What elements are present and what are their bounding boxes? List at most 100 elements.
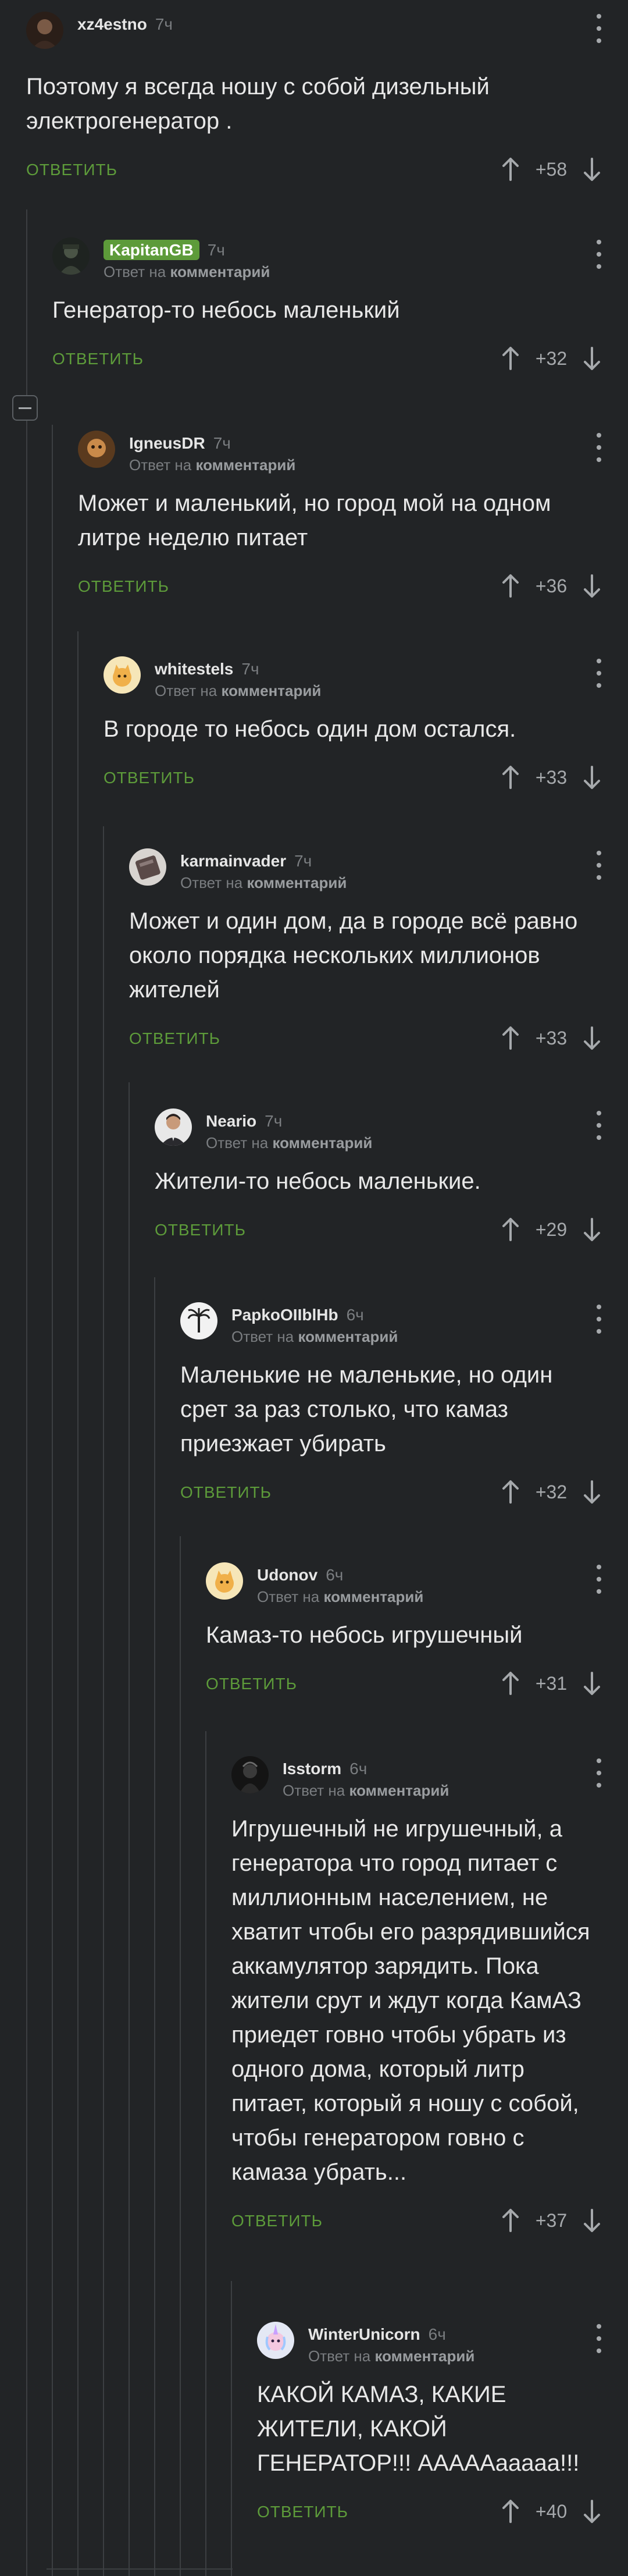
- reply-to-link[interactable]: комментарий: [247, 874, 347, 891]
- author-name[interactable]: IgneusDR: [129, 434, 205, 452]
- avatar[interactable]: [26, 12, 63, 49]
- comment-footer: ОТВЕТИТЬ +37: [231, 2200, 605, 2241]
- more-options-icon[interactable]: [593, 1305, 605, 1334]
- avatar[interactable]: [206, 1562, 243, 1600]
- author-name[interactable]: WinterUnicorn: [308, 2325, 420, 2343]
- author-name[interactable]: KapitanGB: [104, 240, 199, 260]
- vote-controls: +36: [498, 571, 605, 601]
- more-options-icon[interactable]: [593, 851, 605, 880]
- upvote-arrow-icon[interactable]: [498, 2206, 523, 2235]
- comment-header: KapitanGB 7ч Ответ на комментарий: [52, 237, 605, 281]
- comment-rating: +40: [535, 2500, 568, 2522]
- comment-header: PapkoOIIblHb 6ч Ответ на комментарий: [180, 1302, 605, 1345]
- reply-to-link[interactable]: комментарий: [272, 1134, 372, 1152]
- upvote-arrow-icon[interactable]: [498, 1669, 523, 1698]
- reply-button[interactable]: ОТВЕТИТЬ: [26, 161, 117, 179]
- more-options-icon[interactable]: [593, 1758, 605, 1788]
- upvote-arrow-icon[interactable]: [498, 1024, 523, 1053]
- reply-button[interactable]: ОТВЕТИТЬ: [129, 1029, 220, 1048]
- comment: IgneusDR 7ч Ответ на комментарий Может и …: [78, 431, 605, 606]
- reply-to-link[interactable]: комментарий: [298, 1328, 398, 1345]
- author-line: karmainvader 7ч: [180, 852, 312, 870]
- reply-button[interactable]: ОТВЕТИТЬ: [104, 769, 195, 787]
- author-line: IgneusDR 7ч: [129, 434, 231, 453]
- reply-to-prefix: Ответ на: [308, 2347, 371, 2365]
- comment-text: В городе то небось один дом остался.: [104, 716, 516, 742]
- author-name[interactable]: whitestels: [155, 660, 233, 678]
- reply-to-link[interactable]: комментарий: [170, 263, 270, 280]
- downvote-arrow-icon[interactable]: [579, 155, 605, 184]
- reply-to-link[interactable]: комментарий: [221, 682, 321, 699]
- comment-time: 7ч: [294, 852, 312, 870]
- more-options-icon[interactable]: [593, 14, 605, 43]
- reply-button[interactable]: ОТВЕТИТЬ: [180, 1483, 272, 1502]
- avatar[interactable]: [104, 656, 141, 694]
- reply-button[interactable]: ОТВЕТИТЬ: [257, 2503, 348, 2521]
- author-name[interactable]: karmainvader: [180, 852, 286, 870]
- author-name[interactable]: Udonov: [257, 1566, 317, 1584]
- reply-button[interactable]: ОТВЕТИТЬ: [155, 1221, 246, 1239]
- upvote-arrow-icon[interactable]: [498, 2497, 523, 2526]
- downvote-arrow-icon[interactable]: [579, 1477, 605, 1506]
- reply-to-prefix: Ответ на: [129, 456, 192, 474]
- reply-button[interactable]: ОТВЕТИТЬ: [231, 2212, 323, 2230]
- reply-to-link[interactable]: комментарий: [323, 1588, 423, 1605]
- more-options-icon[interactable]: [593, 1565, 605, 1594]
- upvote-arrow-icon[interactable]: [498, 571, 523, 601]
- collapse-thread-button[interactable]: [12, 395, 38, 421]
- avatar[interactable]: [78, 431, 115, 468]
- reply-button[interactable]: ОТВЕТИТЬ: [78, 577, 169, 596]
- downvote-arrow-icon[interactable]: [579, 1024, 605, 1053]
- reply-button[interactable]: ОТВЕТИТЬ: [52, 350, 144, 368]
- more-options-icon[interactable]: [593, 240, 605, 269]
- downvote-arrow-icon[interactable]: [579, 763, 605, 792]
- comment: Isstorm 6ч Ответ на комментарий Игрушечны…: [231, 1756, 605, 2241]
- avatar[interactable]: [52, 237, 90, 275]
- reply-to-prefix: Ответ на: [283, 1782, 345, 1799]
- author-name[interactable]: xz4estno: [77, 15, 147, 33]
- downvote-arrow-icon[interactable]: [579, 344, 605, 373]
- more-options-icon[interactable]: [593, 659, 605, 688]
- comment-time: 6ч: [428, 2325, 446, 2343]
- avatar[interactable]: [257, 2322, 294, 2359]
- avatar[interactable]: [129, 848, 166, 886]
- comment-header: IgneusDR 7ч Ответ на комментарий: [78, 431, 605, 474]
- more-options-icon[interactable]: [593, 433, 605, 462]
- more-options-icon[interactable]: [593, 2324, 605, 2353]
- upvote-arrow-icon[interactable]: [498, 1215, 523, 1244]
- reply-to-link[interactable]: комментарий: [374, 2347, 474, 2365]
- thread-line: [77, 631, 78, 2576]
- comment-footer: ОТВЕТИТЬ +58: [26, 149, 605, 190]
- comment-rating: +31: [535, 1672, 568, 1694]
- author-line: KapitanGB 7ч: [104, 240, 225, 260]
- author-name[interactable]: Neario: [206, 1112, 256, 1130]
- comment-text: Может и маленький, но город мой на одном…: [78, 491, 551, 550]
- avatar[interactable]: [180, 1302, 217, 1339]
- avatar[interactable]: [155, 1108, 192, 1146]
- reply-to-link[interactable]: комментарий: [195, 456, 295, 474]
- downvote-arrow-icon[interactable]: [579, 2206, 605, 2235]
- downvote-arrow-icon[interactable]: [579, 1669, 605, 1698]
- comment: Neario 7ч Ответ на комментарий Жители-то …: [155, 1108, 605, 1250]
- reply-to-line: Ответ на комментарий: [155, 682, 321, 700]
- downvote-arrow-icon[interactable]: [579, 1215, 605, 1244]
- comment-footer: ОТВЕТИТЬ +31: [206, 1663, 605, 1704]
- reply-to-line: Ответ на комментарий: [283, 1782, 449, 1800]
- upvote-arrow-icon[interactable]: [498, 1477, 523, 1506]
- more-options-icon[interactable]: [593, 1111, 605, 1140]
- thread-end-line: [47, 2568, 233, 2570]
- reply-to-line: Ответ на комментарий: [104, 263, 270, 281]
- vote-controls: +32: [498, 1477, 605, 1506]
- avatar[interactable]: [231, 1756, 269, 1793]
- downvote-arrow-icon[interactable]: [579, 571, 605, 601]
- reply-to-prefix: Ответ на: [180, 874, 243, 891]
- author-name[interactable]: PapkoOIIblHb: [231, 1306, 338, 1324]
- downvote-arrow-icon[interactable]: [579, 2497, 605, 2526]
- reply-button[interactable]: ОТВЕТИТЬ: [206, 1675, 297, 1693]
- upvote-arrow-icon[interactable]: [498, 763, 523, 792]
- comment-header: WinterUnicorn 6ч Ответ на комментарий: [257, 2322, 605, 2365]
- upvote-arrow-icon[interactable]: [498, 344, 523, 373]
- author-name[interactable]: Isstorm: [283, 1760, 341, 1778]
- upvote-arrow-icon[interactable]: [498, 155, 523, 184]
- reply-to-link[interactable]: комментарий: [349, 1782, 449, 1799]
